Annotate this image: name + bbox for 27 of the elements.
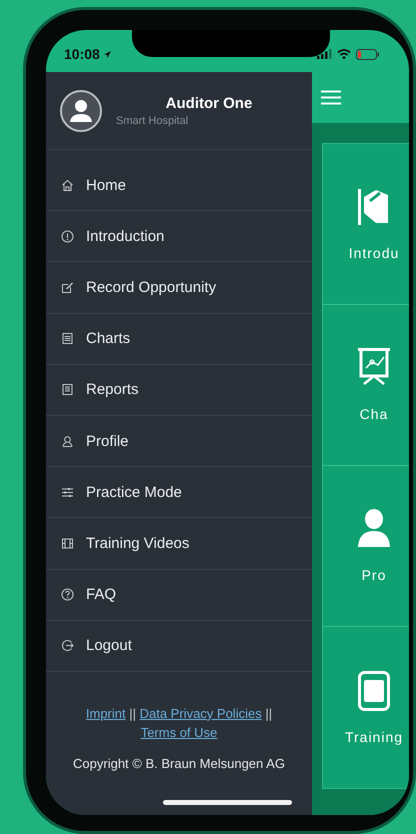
info-icon — [61, 230, 74, 243]
edit-icon — [61, 280, 74, 294]
sliders-icon — [61, 486, 74, 499]
user-organization: Smart Hospital — [116, 114, 190, 126]
list-icon — [61, 332, 74, 346]
user-name: Auditor One — [164, 94, 254, 112]
film-icon — [61, 536, 74, 550]
status-time: 10:08 — [64, 46, 100, 62]
help-icon — [61, 588, 74, 602]
person-icon — [358, 509, 390, 549]
document-icon — [61, 383, 74, 396]
avatar-icon — [60, 90, 102, 132]
home-icon — [61, 178, 74, 192]
battery-icon — [356, 48, 379, 60]
menu-icon — [321, 90, 341, 105]
logout-icon — [61, 639, 74, 652]
tablet-icon — [358, 670, 390, 710]
location-arrow-icon — [102, 50, 112, 58]
footer-link[interactable]: Data Privacy Policies — [140, 706, 262, 721]
copyright-text: Copyright © B. Braun Melsungen AG — [72, 756, 286, 771]
person-icon — [61, 434, 74, 448]
footer-link[interactable]: Imprint — [86, 706, 126, 721]
presentation-icon — [358, 348, 390, 388]
footer-links: Imprint || Data Privacy Policies || Terms of Use — [84, 704, 274, 742]
signal-icon — [317, 49, 332, 59]
footer-link[interactable]: Terms of Use — [140, 724, 218, 740]
wifi-icon — [337, 49, 351, 59]
